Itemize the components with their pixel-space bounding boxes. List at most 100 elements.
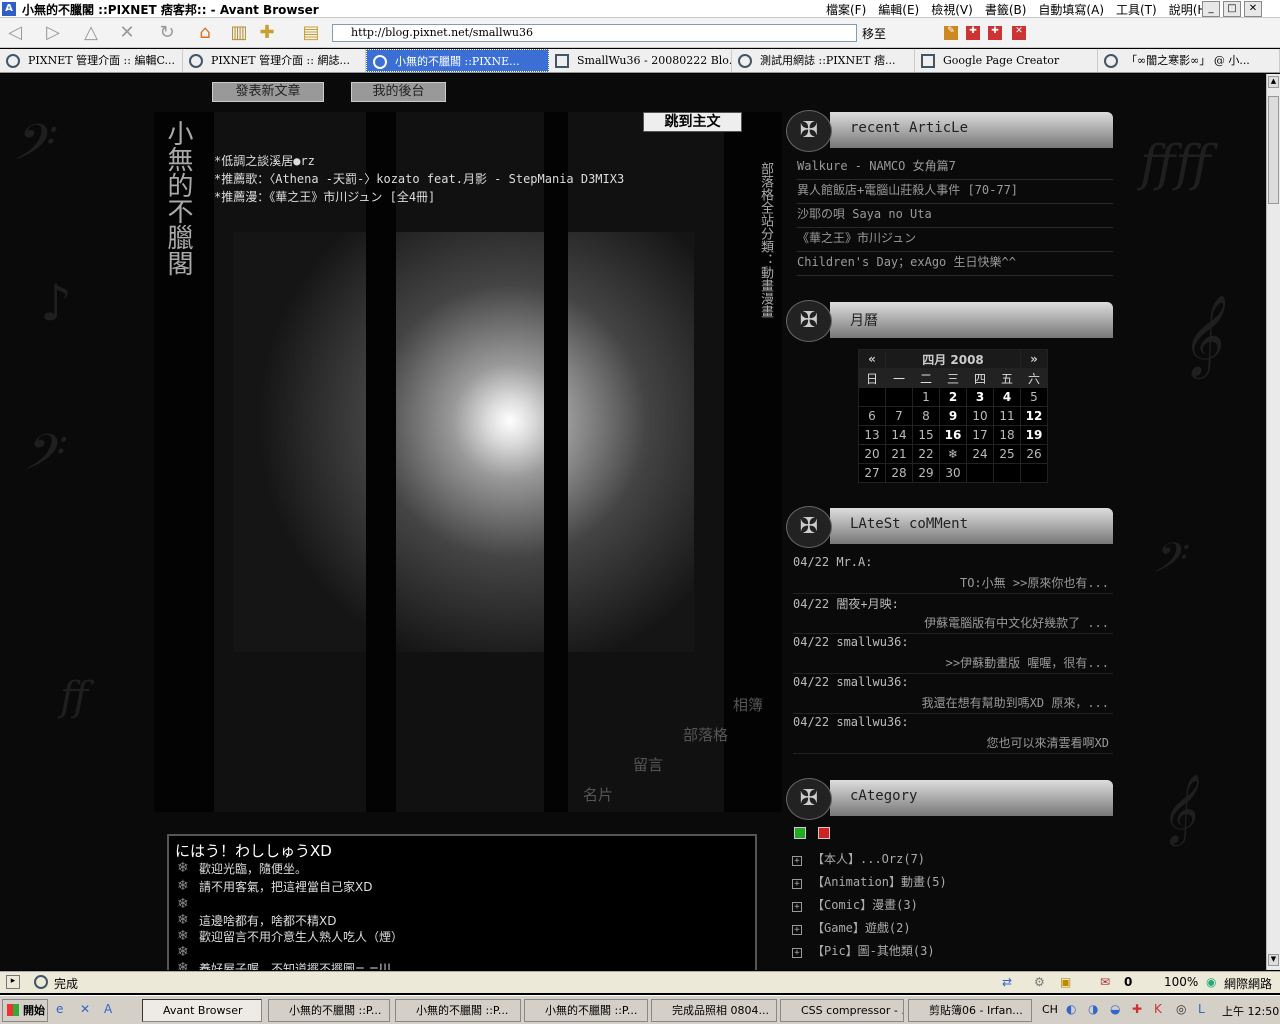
tab[interactable]: SmallWu36 - 20080222 Blo... [549,49,732,72]
calendar-day[interactable]: 19 [1020,425,1048,445]
tray-icon[interactable]: ◑ [1088,1002,1098,1016]
tab[interactable]: Google Page Creator [915,49,1098,72]
menu-tools[interactable]: 工具(T) [1116,1,1157,18]
tray-icon[interactable]: ◐ [1066,1002,1076,1016]
quicklaunch-icon[interactable]: ✕ [80,1002,90,1016]
popup-blocker-icon[interactable]: ✉ [1100,975,1110,989]
tool-icon[interactable]: ✎ [944,26,958,40]
comment-text[interactable]: TO:小無 >>原來你也有... [960,574,1109,591]
calendar-day[interactable]: 12 [1020,406,1048,426]
tool-icon[interactable]: ✚ [966,26,980,40]
tray-icon[interactable]: K [1154,1002,1162,1016]
nav-guestbook-link[interactable]: 留言 [633,754,663,775]
taskbar-item[interactable]: 小無的不臘閣 ::P... [268,999,390,1022]
nav-album-link[interactable]: 相簿 [733,694,763,715]
taskbar-item[interactable]: 小無的不臘閣 ::P... [524,999,648,1022]
close-button[interactable]: ✕ [1244,1,1262,17]
tools-icon[interactable]: ⚙ [1034,975,1045,989]
taskbar-item[interactable]: 剪貼簿06 - Irfan... [908,999,1032,1022]
collapse-all-icon[interactable] [818,827,830,839]
menu-view[interactable]: 檢視(V) [931,1,973,18]
quicklaunch-ie-icon[interactable]: e [56,1002,63,1016]
comment-item[interactable]: 04/22 smallwu36: 您也可以來清雲看啊XD [793,714,1113,754]
category-item[interactable]: + 【Game】遊戲(2) [792,919,911,936]
back-icon[interactable]: ◁ [4,22,26,44]
quicklaunch-avant-icon[interactable]: A [104,1002,112,1016]
menu-autofill[interactable]: 自動填寫(A) [1038,1,1104,18]
jump-to-main-button[interactable]: 跳到主文 [643,112,742,132]
tab-active[interactable]: 小無的不臘閣 ::PIXNE... [366,49,549,72]
taskbar-item[interactable]: 完成品照相 0804... [651,999,777,1022]
recent-article-link[interactable]: 《華之王》市川ジュン [797,228,1113,252]
taskbar-item[interactable]: CSS compressor - ... [780,999,904,1022]
expand-icon[interactable]: + [792,902,802,912]
taskbar-item[interactable]: Avant Browser [142,999,262,1022]
comment-text[interactable]: 您也可以來清雲看啊XD [987,734,1109,751]
zoom-level[interactable]: 100% [1164,975,1198,989]
category-item[interactable]: + 【Pic】圖-其他類(3) [792,942,935,959]
category-label[interactable]: 【Pic】圖-其他類(3) [812,944,935,958]
bookmarks-icon[interactable]: ▥ [228,22,250,44]
new-post-button[interactable]: 發表新文章 [212,82,324,102]
taskbar-item[interactable]: 小無的不臘閣 ::P... [395,999,521,1022]
comment-text[interactable]: 我還在想有幫助到嗎XD 原來，... [922,694,1109,711]
comment-item[interactable]: 04/22 Mr.A: TO:小無 >>原來你也有... [793,554,1113,594]
start-button[interactable]: 開始 [2,999,48,1022]
tab[interactable]: PIXNET 管理介面 :: 編輯C... [0,49,183,72]
stop-icon[interactable]: ✕ [116,22,138,44]
my-admin-button[interactable]: 我的後台 [351,82,446,102]
home-icon[interactable]: ⌂ [194,22,216,44]
up-icon[interactable]: △ [80,22,102,44]
comment-item[interactable]: 04/22 smallwu36: >>伊蘇動畫版 喔喔，很有... [793,634,1113,674]
recent-article-link[interactable]: Children's Day；exAgo 生日快樂^^ [797,252,1113,276]
recent-article-link[interactable]: 沙耶の唄 Saya no Uta [797,204,1113,228]
expand-icon[interactable]: + [792,856,802,866]
recent-article-link[interactable]: 異人館飯店+電腦山莊殺人事件 [70-77] [797,180,1113,204]
clipboard-icon[interactable]: ▤ [300,22,322,44]
comment-item[interactable]: 04/22 闇夜+月映: 伊蘇電腦版有中文化好幾款了 ... [793,594,1113,634]
expand-icon[interactable]: + [792,948,802,958]
calendar-prev-button[interactable]: « [858,349,886,369]
category-item[interactable]: + 【本人】...Orz(7) [792,850,925,867]
menu-bookmarks[interactable]: 書籤(B) [985,1,1027,18]
tab[interactable]: PIXNET 管理介面 :: 網誌... [183,49,366,72]
expand-icon[interactable]: + [792,925,802,935]
expand-all-icon[interactable] [794,827,806,839]
minimize-button[interactable]: _ [1202,1,1220,17]
close-all-icon[interactable]: ✕ [1012,26,1026,40]
calendar-day[interactable]: 9 [939,406,967,426]
menu-edit[interactable]: 編輯(E) [878,1,919,18]
tab[interactable]: 測試用網誌 ::PIXNET 痞... [732,49,915,72]
tool-icon[interactable]: ✚ [988,26,1002,40]
category-item[interactable]: + 【Animation】動畫(5) [792,873,947,890]
address-input[interactable]: http://blog.pixnet.net/smallwu36 [332,24,857,42]
calendar-day[interactable]: 4 [993,387,1021,407]
forward-icon[interactable]: ▷ [42,22,64,44]
site-category[interactable]: 部落格全站分類：動畫漫畫 [757,162,773,318]
category-label[interactable]: 【本人】...Orz(7) [812,852,925,866]
category-label[interactable]: 【Game】遊戲(2) [812,921,911,935]
tray-icon[interactable]: L [1198,1002,1205,1016]
comment-item[interactable]: 04/22 smallwu36: 我還在想有幫助到嗎XD 原來，... [793,674,1113,714]
nav-blog-link[interactable]: 部落格 [683,724,728,745]
recent-article-link[interactable]: Walkure - NAMCO 女角篇7 [797,156,1113,180]
tray-icon[interactable]: ◎ [1176,1002,1186,1016]
scrollbar-thumb[interactable] [1268,96,1279,204]
category-item[interactable]: + 【Comic】漫畫(3) [792,896,918,913]
expand-icon[interactable]: + [792,879,802,889]
refresh-icon[interactable]: ↻ [156,22,178,44]
category-label[interactable]: 【Animation】動畫(5) [812,875,947,889]
category-label[interactable]: 【Comic】漫畫(3) [812,898,918,912]
tray-icon[interactable]: ✚ [1132,1002,1142,1016]
scroll-down-icon[interactable]: ▼ [1268,954,1279,966]
tab[interactable]: 「∞闇之寒影∞」 @ 小... [1098,49,1280,72]
calendar-day[interactable]: 3 [966,387,994,407]
sync-icon[interactable]: ⇄ [1002,975,1012,989]
maximize-button[interactable]: □ [1223,1,1241,17]
language-indicator[interactable]: CH [1042,1003,1058,1016]
calendar-day[interactable]: 2 [939,387,967,407]
go-button[interactable]: 移至 [862,25,886,42]
calendar-day[interactable]: 16 [939,425,967,445]
scroll-up-icon[interactable]: ▲ [1268,76,1279,88]
vertical-scrollbar[interactable]: ▲ ▼ [1266,74,1280,970]
